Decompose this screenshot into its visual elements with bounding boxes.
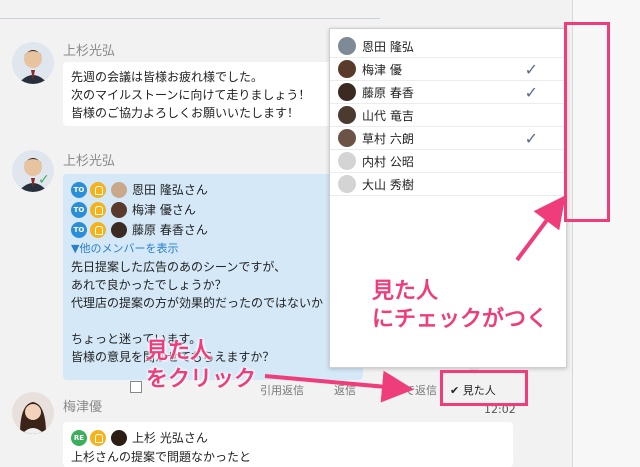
to-recipient[interactable]: TO 藤原 春香さん [71,220,355,240]
callout-line: 見た人 [372,279,439,304]
seen-member-item[interactable]: 内村 公昭 [330,150,566,173]
to-recipient[interactable]: TO 梅津 優さん [71,200,355,220]
recipient-name: 藤原 春香さん [132,223,208,237]
member-avatar [338,175,356,193]
seen-member-item[interactable]: 恩田 隆弘 [330,35,566,58]
bell-icon [90,430,106,446]
show-more-members-link[interactable]: ▼他のメンバーを表示 [71,240,355,258]
highlight-checks-box [564,22,610,222]
to-badge-icon: TO [71,182,87,198]
callout-line: 見た人 [146,339,213,364]
sender-name: 上杉光弘 [63,44,116,59]
message-line: 代理店の提案の方が効果的だったのではないか [71,296,324,310]
recipient-avatar [111,430,127,446]
recipient-name: 恩田 隆弘さん [132,183,208,197]
bell-icon [90,222,106,238]
member-name: 内村 公昭 [362,154,414,169]
seen-member-item[interactable]: 山代 竜吉 [330,104,566,127]
to-badge-icon: TO [71,222,87,238]
avatar[interactable] [12,42,54,84]
callout-checked: 見た人 にチェックがつく [372,278,548,334]
member-name: 藤原 春香 [362,85,414,100]
task-checkbox-icon[interactable] [130,381,142,393]
seen-member-item[interactable]: 大山 秀樹 [330,173,566,196]
member-avatar [338,83,356,101]
avatar[interactable] [12,392,54,434]
recipient-name: 上杉 光弘さん [132,431,208,445]
callout-line: をクリック [146,367,257,392]
seen-member-item[interactable]: 草村 六朗 ✓ [330,127,566,150]
check-icon: ✓ [524,83,538,102]
highlight-seen-button-box [440,370,528,406]
member-name: 大山 秀樹 [362,177,414,192]
message-line: 皆様のご協力よろしくお願いいたします！ [71,106,300,120]
member-name: 恩田 隆弘 [362,39,414,54]
seen-member-item[interactable]: 藤原 春香 ✓ [330,81,566,104]
sender-name: 上杉光弘 [63,154,116,169]
member-avatar [338,152,356,170]
member-name: 梅津 優 [362,62,402,77]
message-line: 次のマイルストーンに向けて走りましょう！ [71,88,311,102]
re-badge-icon: RE [71,430,87,446]
message-bubble: 先週の会議は皆様お疲れ様でした。 次のマイルストーンに向けて走りましょう！ 皆様… [63,62,333,126]
divider [0,18,380,19]
message-line: 先週の会議は皆様お疲れ様でした。 [71,70,264,84]
seen-member-item[interactable]: 梅津 優 ✓ [330,58,566,81]
member-name: 山代 竜吉 [362,108,414,123]
recipient-avatar [111,202,127,218]
bell-icon [90,202,106,218]
message-line: 上杉さんの提案で問題なかったと [71,450,252,464]
chat-reply-button[interactable]: で返信 [404,382,437,398]
member-avatar [338,106,356,124]
check-icon: ✓ [524,60,538,79]
member-avatar [338,60,356,78]
member-avatar [338,37,356,55]
recipient-avatar [111,222,127,238]
member-name: 草村 六朗 [362,131,414,146]
recipient-avatar [111,182,127,198]
callout-click-seen: 見た人 をクリック [146,338,256,394]
message-bubble: RE 上杉 光弘さん 上杉さんの提案で問題なかったと [63,422,513,467]
member-avatar [338,129,356,147]
read-check-icon: ✓ [38,172,50,188]
reply-button[interactable]: 返信 [334,382,356,398]
message-line: あれで良かったでしょうか？ [71,278,227,292]
to-recipient[interactable]: TO 恩田 隆弘さん [71,180,355,200]
to-badge-icon: TO [71,202,87,218]
message-line [71,312,355,330]
reply-recipient[interactable]: RE 上杉 光弘さん [71,428,505,448]
sender-name: 梅津優 [63,400,103,415]
quote-reply-button[interactable]: 引用返信 [260,382,304,398]
recipient-name: 梅津 優さん [132,203,196,217]
check-icon: ✓ [524,129,538,148]
message-line: 先日提案した広告のあのシーンですが、 [71,260,287,274]
bell-icon [90,182,106,198]
callout-line: にチェックがつく [372,307,549,332]
